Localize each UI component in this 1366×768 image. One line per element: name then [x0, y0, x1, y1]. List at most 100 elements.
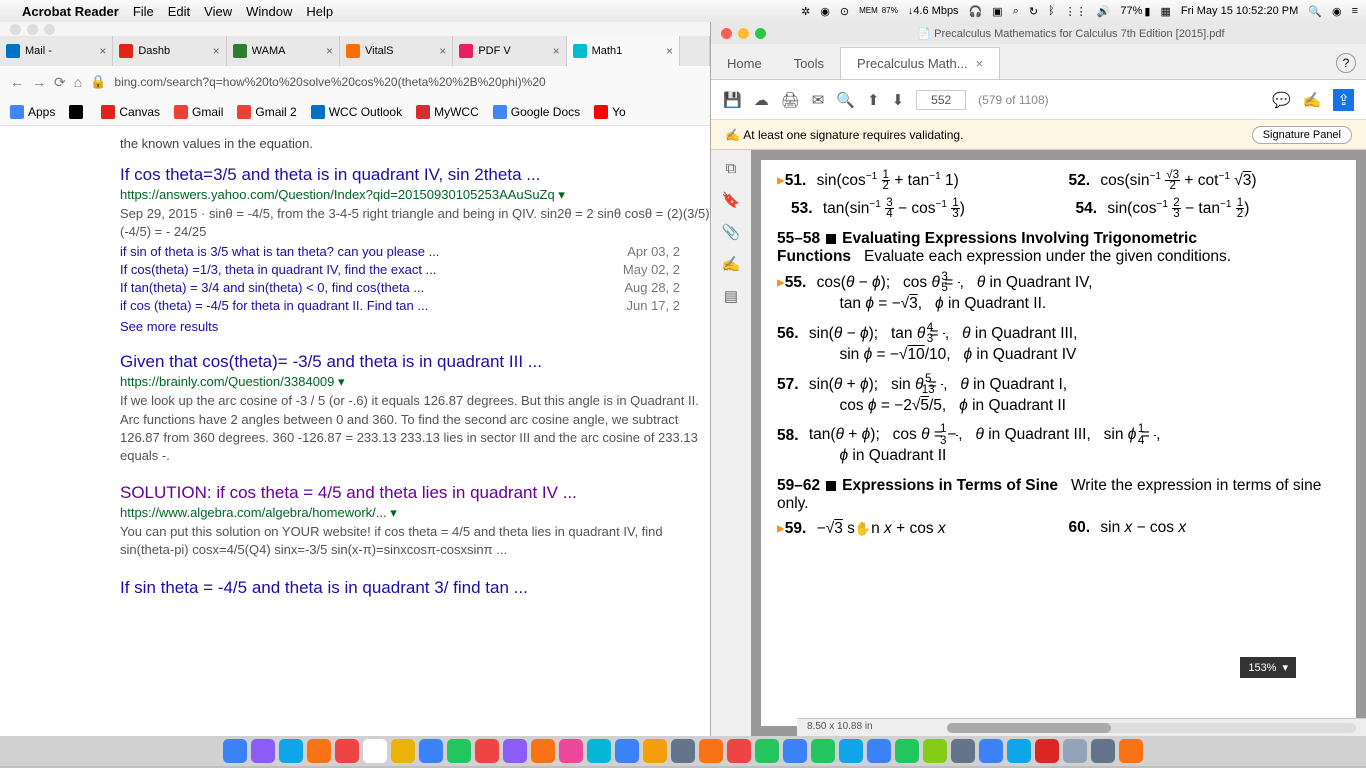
attachment-icon[interactable]: 📎: [722, 223, 741, 241]
dock-app-icon[interactable]: [811, 739, 835, 763]
cloud-icon[interactable]: ☁: [754, 91, 769, 109]
close-button[interactable]: [721, 28, 732, 39]
browser-tab[interactable]: VitalS×: [340, 36, 453, 66]
related-link[interactable]: if cos (theta) = -4/5 for theta in quadr…: [120, 298, 710, 313]
search-icon[interactable]: 🔍: [836, 91, 855, 109]
share-icon[interactable]: ⇪: [1333, 89, 1354, 111]
address-bar[interactable]: bing.com/search?q=how%20to%20solve%20cos…: [114, 75, 700, 89]
bookmark-item[interactable]: Apps: [10, 105, 55, 119]
notification-icon[interactable]: ≡: [1352, 5, 1358, 17]
browser-tab[interactable]: Dashb×: [113, 36, 226, 66]
menu-view[interactable]: View: [204, 4, 232, 19]
bookmark-item[interactable]: Yo: [594, 105, 626, 119]
comment-icon[interactable]: 💬: [1272, 91, 1291, 109]
dock-app-icon[interactable]: [951, 739, 975, 763]
dock-app-icon[interactable]: [223, 739, 247, 763]
back-button[interactable]: ←: [10, 74, 24, 90]
menu-file[interactable]: File: [133, 4, 154, 19]
page-number-input[interactable]: 552: [916, 90, 966, 110]
related-link[interactable]: If cos(theta) =1/3, theta in quadrant IV…: [120, 262, 710, 277]
dock-app-icon[interactable]: [699, 739, 723, 763]
dock-app-icon[interactable]: [643, 739, 667, 763]
app-name[interactable]: Acrobat Reader: [22, 4, 119, 19]
volume-icon[interactable]: 🔊: [1097, 5, 1111, 18]
status-icon[interactable]: ◉: [820, 5, 830, 18]
close-tab-icon[interactable]: ×: [326, 44, 333, 58]
dock-app-icon[interactable]: [1091, 739, 1115, 763]
dock-app-icon[interactable]: [839, 739, 863, 763]
dock-app-icon[interactable]: [727, 739, 751, 763]
search-icon[interactable]: ⌕: [1013, 5, 1019, 18]
zoom-indicator[interactable]: 153% ▾: [1240, 657, 1296, 678]
menu-edit[interactable]: Edit: [168, 4, 190, 19]
related-link[interactable]: If tan(theta) = 3/4 and sin(theta) < 0, …: [120, 280, 710, 295]
mem-status[interactable]: MEM87%: [859, 8, 898, 14]
help-button[interactable]: ?: [1336, 53, 1356, 73]
minimize-button[interactable]: [738, 28, 749, 39]
dock-app-icon[interactable]: [279, 739, 303, 763]
bluetooth-icon[interactable]: ᛒ: [1048, 5, 1055, 17]
bookmark-item[interactable]: Google Docs: [493, 105, 580, 119]
dock-app-icon[interactable]: [419, 739, 443, 763]
browser-tab[interactable]: PDF V×: [453, 36, 566, 66]
dock-app-icon[interactable]: [783, 739, 807, 763]
save-icon[interactable]: 💾: [723, 91, 742, 109]
signature-icon[interactable]: ✍: [722, 255, 741, 273]
close-tab-icon[interactable]: ×: [99, 44, 106, 58]
dock-app-icon[interactable]: [559, 739, 583, 763]
dock-app-icon[interactable]: [447, 739, 471, 763]
spotlight-icon[interactable]: 🔍: [1308, 5, 1322, 18]
dock-app-icon[interactable]: [671, 739, 695, 763]
dock-app-icon[interactable]: [531, 739, 555, 763]
result-title[interactable]: If sin theta = -4/5 and theta is in quad…: [120, 578, 710, 598]
tab-document[interactable]: Precalculus Math...×: [840, 47, 1000, 79]
dock-app-icon[interactable]: [503, 739, 527, 763]
dock-app-icon[interactable]: [391, 739, 415, 763]
page-up-icon[interactable]: ⬆: [867, 91, 880, 109]
sign-icon[interactable]: ✍: [1303, 91, 1322, 109]
bookmark-icon[interactable]: 🔖: [722, 191, 741, 209]
pdf-viewport[interactable]: ▸51. sin(cos−1 12 + tan−1 1) 52. cos(sin…: [751, 150, 1366, 736]
close-tab-icon[interactable]: ×: [213, 44, 220, 58]
net-status[interactable]: ↓4.6 Mbps: [908, 5, 959, 17]
dock-app-icon[interactable]: [867, 739, 891, 763]
dock-app-icon[interactable]: [1007, 739, 1031, 763]
dock-app-icon[interactable]: [335, 739, 359, 763]
dock-app-icon[interactable]: [363, 739, 387, 763]
browser-tab[interactable]: Mail -×: [0, 36, 113, 66]
browser-tab[interactable]: WAMA×: [227, 36, 340, 66]
status-icon[interactable]: ✲: [801, 5, 810, 18]
dock-app-icon[interactable]: [895, 739, 919, 763]
signature-panel-button[interactable]: Signature Panel: [1252, 126, 1352, 144]
lock-icon[interactable]: 🔒: [90, 74, 106, 90]
menu-window[interactable]: Window: [246, 4, 292, 19]
print-icon[interactable]: 🖨: [781, 91, 800, 109]
tab-home[interactable]: Home: [711, 48, 778, 79]
bookmark-item[interactable]: MyWCC: [416, 105, 479, 119]
bookmark-item[interactable]: [69, 105, 87, 119]
dock-app-icon[interactable]: [923, 739, 947, 763]
battery-status[interactable]: 77% ▮: [1120, 5, 1150, 18]
thumbnails-icon[interactable]: ⧉: [726, 160, 737, 177]
bookmark-item[interactable]: Gmail 2: [237, 105, 296, 119]
timemachine-icon[interactable]: ↻: [1029, 5, 1038, 18]
horizontal-scrollbar[interactable]: [947, 723, 1356, 733]
dock-app-icon[interactable]: [307, 739, 331, 763]
close-tab-icon[interactable]: ×: [439, 44, 446, 58]
close-tab-icon[interactable]: ×: [553, 44, 560, 58]
bookmark-item[interactable]: Gmail: [174, 105, 223, 119]
see-more-link[interactable]: See more results: [120, 319, 710, 334]
browser-tab[interactable]: Math1×: [567, 36, 680, 66]
related-link[interactable]: if sin of theta is 3/5 what is tan theta…: [120, 244, 710, 259]
result-url[interactable]: https://www.algebra.com/algebra/homework…: [120, 505, 710, 521]
dock-app-icon[interactable]: [1119, 739, 1143, 763]
close-tab-icon[interactable]: ×: [666, 44, 673, 58]
status-icon[interactable]: ⊙: [840, 5, 849, 18]
wifi-icon[interactable]: ⋮⋮: [1065, 5, 1087, 18]
clock[interactable]: Fri May 15 10:52:20 PM: [1181, 5, 1298, 17]
dock-app-icon[interactable]: [587, 739, 611, 763]
close-tab-icon[interactable]: ×: [976, 56, 984, 71]
layers-icon[interactable]: ▤: [724, 287, 738, 305]
email-icon[interactable]: ✉: [812, 91, 825, 109]
lang-icon[interactable]: ▦: [1160, 5, 1170, 18]
